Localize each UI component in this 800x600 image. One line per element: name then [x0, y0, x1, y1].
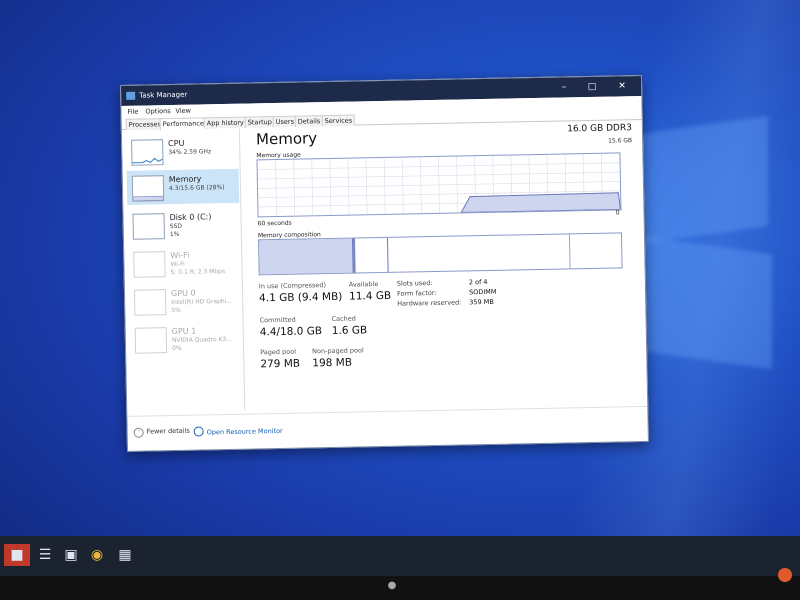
paged-pool-value: 279 MB — [260, 357, 301, 371]
sidebar-item-disk[interactable]: Disk 0 (C:) SSD 1% — [127, 207, 240, 243]
committed-value: 4.4/18.0 GB — [259, 325, 323, 339]
notification-badge-icon[interactable] — [778, 568, 792, 582]
composition-divider — [568, 234, 571, 269]
sidebar-item-detail: Intel(R) HD Graphi... — [171, 297, 233, 307]
sidebar-item-detail: 34% 2.59 GHz — [168, 148, 212, 157]
task-manager-window[interactable]: Task Manager – □ ✕ File Options View Pro… — [120, 74, 649, 452]
window-title: Task Manager — [139, 90, 188, 100]
slots-used-value: 2 of 4 — [468, 277, 488, 287]
windows-logo-pane-top — [640, 116, 768, 244]
form-factor-value: SODIMM — [468, 287, 497, 297]
graph-zero-label: 0 — [615, 209, 620, 217]
task-manager-taskbar-icon[interactable]: ▦ — [114, 544, 136, 566]
committed-label: Committed — [259, 315, 296, 325]
composition-standby — [354, 237, 389, 273]
non-paged-pool-label: Non-paged pool — [312, 346, 364, 356]
maximize-button[interactable]: □ — [581, 80, 603, 94]
tab-services[interactable]: Services — [321, 114, 356, 127]
composition-in-use — [259, 238, 354, 275]
sidebar-item-detail-2: 0% — [172, 344, 182, 353]
sidebar-item-label: CPU — [168, 138, 185, 149]
start-app-icon[interactable]: ■ — [4, 544, 30, 566]
chrome-icon[interactable]: ◉ — [86, 544, 108, 566]
graph-time-label: 60 seconds — [257, 219, 292, 228]
panel-title: Memory — [255, 129, 318, 149]
open-resource-monitor-link[interactable]: Open Resource Monitor — [193, 425, 283, 437]
resource-monitor-label: Open Resource Monitor — [206, 426, 283, 437]
tab-details[interactable]: Details — [294, 115, 324, 127]
window-footer: ˆ Fewer details Open Resource Monitor — [127, 405, 648, 447]
close-button[interactable]: ✕ — [611, 79, 633, 93]
taskbar: ■ ☰ ▣ ◉ ▦ — [0, 536, 800, 576]
gpu1-thumbnail-graph — [134, 327, 168, 354]
tab-performance[interactable]: Performance — [159, 117, 208, 131]
menu-options[interactable]: Options — [145, 107, 170, 115]
fewer-details-label: Fewer details — [146, 426, 190, 436]
cached-value: 1.6 GB — [331, 324, 368, 337]
cached-label: Cached — [331, 314, 356, 323]
hardware-reserved-value: 359 MB — [469, 297, 494, 307]
file-explorer-icon[interactable]: ▣ — [60, 544, 82, 566]
sidebar-item-gpu1[interactable]: GPU 1 NVIDIA Quadro K3... 0% — [130, 321, 243, 357]
tab-users[interactable]: Users — [272, 115, 298, 128]
sidebar-item-wifi[interactable]: Wi-Fi Wi-Fi S: 0.1 R: 2.3 Mbps — [128, 245, 241, 281]
slots-used-label: Slots used: — [396, 279, 433, 288]
tab-processes[interactable]: Processes — [125, 118, 164, 130]
resource-sidebar: CPU 34% 2.59 GHz Memory 4.3/15.6 GB (28%… — [121, 128, 246, 413]
in-use-value: 4.1 GB (9.4 MB) — [259, 290, 343, 305]
available-value: 11.4 GB — [348, 289, 392, 303]
sidebar-item-detail: 4.3/15.6 GB (28%) — [168, 184, 225, 193]
monitor-bezel: ● — [0, 576, 800, 600]
cpu-thumbnail-graph — [131, 139, 164, 166]
minimize-button[interactable]: – — [553, 80, 575, 94]
sidebar-item-detail-2: 5% — [171, 306, 181, 315]
sidebar-item-label: Disk 0 (C:) — [169, 212, 212, 223]
tab-app-history[interactable]: App history — [203, 116, 247, 129]
available-label: Available — [348, 280, 379, 289]
sidebar-item-label: Memory — [168, 174, 202, 185]
memory-total: 16.0 GB DDR3 — [567, 123, 633, 135]
form-factor-label: Form factor: — [396, 288, 437, 298]
memory-max: 15.6 GB — [608, 137, 633, 145]
memory-thumbnail-graph — [131, 175, 165, 202]
sidebar-item-label: GPU 0 — [170, 288, 196, 299]
sidebar-item-label: Wi-Fi — [170, 250, 190, 261]
in-use-label: In use (Compressed) — [258, 281, 327, 291]
sidebar-item-gpu0[interactable]: GPU 0 Intel(R) HD Graphi... 5% — [129, 283, 242, 319]
paged-pool-label: Paged pool — [260, 347, 297, 357]
fewer-details-button[interactable]: ˆ Fewer details — [133, 426, 190, 438]
memory-usage-graph — [256, 152, 622, 218]
menu-view[interactable]: View — [175, 107, 191, 115]
sidebar-item-detail-2: S: 0.1 R: 2.3 Mbps — [170, 268, 226, 277]
sidebar-item-cpu[interactable]: CPU 34% 2.59 GHz — [126, 133, 239, 169]
sidebar-item-detail: NVIDIA Quadro K3... — [171, 335, 233, 345]
hardware-reserved-label: Hardware reserved: — [397, 298, 462, 308]
task-manager-icon — [126, 91, 136, 100]
memory-composition-bar — [257, 232, 623, 276]
sidebar-item-detail-2: 1% — [169, 230, 180, 239]
non-paged-pool-value: 198 MB — [312, 356, 353, 370]
menu-file[interactable]: File — [127, 108, 138, 116]
gpu0-thumbnail-graph — [133, 289, 167, 316]
sidebar-item-memory[interactable]: Memory 4.3/15.6 GB (28%) — [126, 168, 240, 205]
resource-monitor-icon — [193, 426, 204, 437]
sidebar-item-detail: SSD — [169, 222, 183, 231]
task-view-icon[interactable]: ☰ — [34, 544, 56, 566]
memory-panel: Memory 16.0 GB DDR3 15.6 GB Memory usage… — [246, 121, 641, 410]
tab-startup[interactable]: Startup — [244, 116, 275, 128]
sidebar-item-detail: Wi-Fi — [170, 260, 185, 269]
disk-thumbnail-graph — [132, 213, 165, 240]
hp-logo: ● — [387, 580, 397, 591]
windows-logo-pane-bottom — [640, 235, 772, 370]
memory-usage-area — [460, 192, 622, 213]
sidebar-item-label: GPU 1 — [171, 326, 197, 337]
wifi-thumbnail-graph — [133, 251, 166, 278]
chevron-up-icon: ˆ — [133, 427, 144, 438]
